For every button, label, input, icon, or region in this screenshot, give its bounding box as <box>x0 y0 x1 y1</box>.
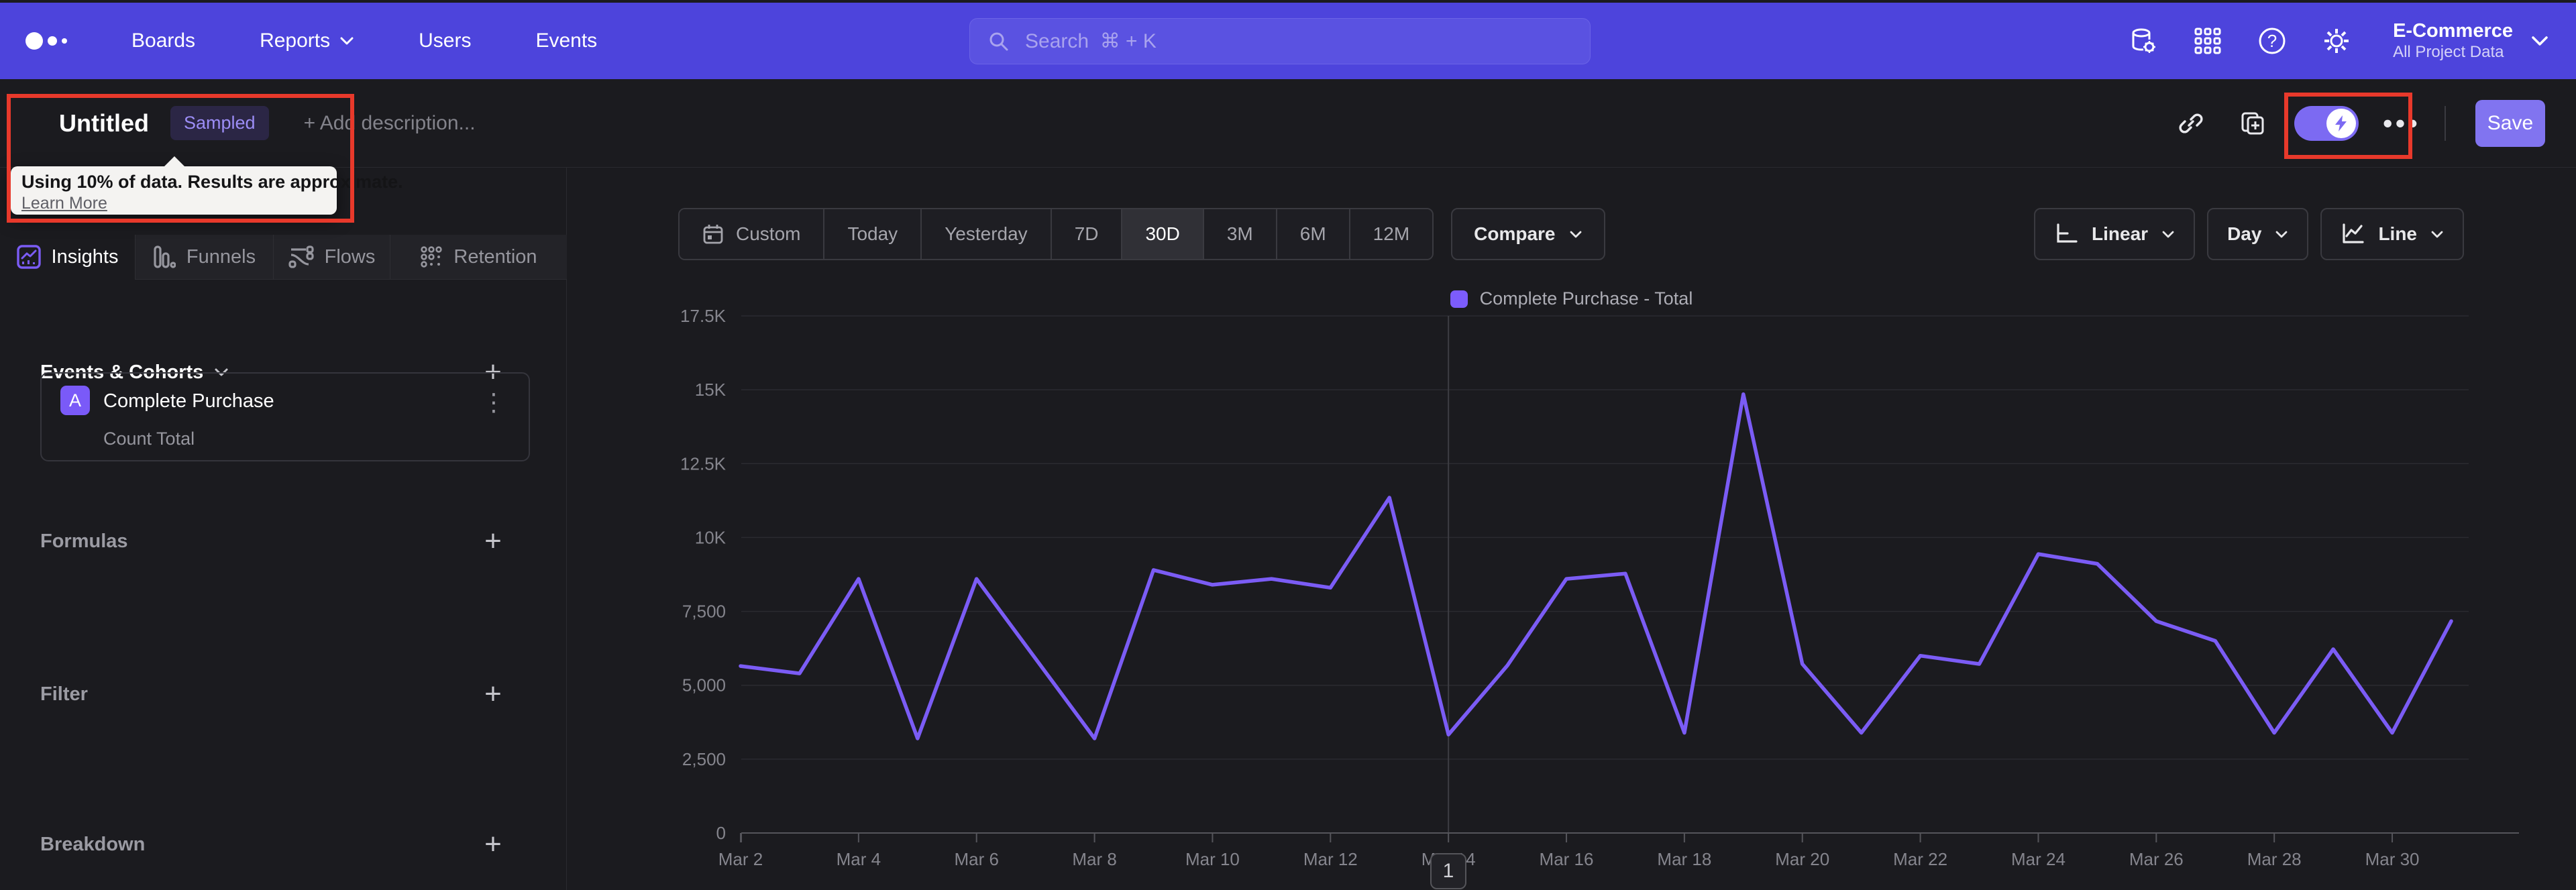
more-options-icon[interactable]: ••• <box>2383 108 2420 138</box>
event-row[interactable]: A Complete Purchase Count Total ⋮ <box>40 372 530 461</box>
settings-gear-icon[interactable] <box>2322 26 2351 56</box>
x-axis-label: Mar 22 <box>1893 849 1947 869</box>
x-axis-label: Mar 10 <box>1185 849 1240 869</box>
chart-page-indicator[interactable]: 1 <box>1430 853 1466 889</box>
nav-right-cluster: ? E-Commerce All Project Data <box>2129 3 2549 79</box>
y-axis-label: 7,500 <box>682 602 726 622</box>
chevron-down-icon <box>340 37 354 45</box>
filter-section: Filter + <box>40 677 526 711</box>
title-actions: ••• Save <box>2176 79 2545 168</box>
top-nav: Boards Reports Users Events Search ⌘ + K… <box>0 3 2576 79</box>
event-letter-badge: A <box>60 386 90 415</box>
x-axis-label: Mar 12 <box>1303 849 1358 869</box>
top-nav-links: Boards Reports Users Events <box>131 30 597 52</box>
formulas-section: Formulas + <box>40 524 526 558</box>
search-icon <box>987 30 1010 53</box>
y-axis-label: 5,000 <box>682 675 726 696</box>
x-axis-label: Mar 20 <box>1775 849 1829 869</box>
y-axis-label: 15K <box>695 380 727 400</box>
breakdown-label: Breakdown <box>40 833 146 855</box>
project-selector[interactable]: E-Commerce All Project Data <box>2393 19 2549 62</box>
sampling-tooltip: Using 10% of data. Results are approxima… <box>11 156 403 215</box>
search-bar[interactable] <box>969 18 1591 64</box>
project-name: E-Commerce <box>2393 20 2513 42</box>
add-formula-button[interactable]: + <box>477 525 509 557</box>
line-chart: 0 2,500 5,000 7,500 10K 12.5K 15K 17.5K Mar 2 Mar… <box>680 306 2519 869</box>
help-icon[interactable]: ? <box>2257 26 2287 56</box>
retention-icon <box>421 246 443 268</box>
funnels-icon <box>154 245 176 268</box>
nav-link-users[interactable]: Users <box>419 30 471 52</box>
y-axis-label: 17.5K <box>680 306 727 326</box>
breakdown-section: Breakdown + <box>40 828 526 861</box>
x-axis-label: Mar 16 <box>1540 849 1594 869</box>
formulas-label: Formulas <box>40 530 128 552</box>
data-management-icon[interactable] <box>2129 26 2158 56</box>
filter-label: Filter <box>40 683 88 705</box>
sampled-badge[interactable]: Sampled <box>170 106 269 140</box>
tooltip-text: Using 10% of data. Results are approxima… <box>21 172 403 192</box>
chevron-down-icon <box>2530 35 2549 47</box>
x-axis-label: Mar 6 <box>954 849 998 869</box>
event-name[interactable]: Complete Purchase <box>103 390 274 412</box>
y-axis-label: 10K <box>695 527 727 547</box>
copy-link-icon[interactable] <box>2176 109 2206 138</box>
chart-panel: Custom Today Yesterday 7D 30D 3M 6M 12M Compare… <box>567 168 2576 890</box>
tab-flows[interactable]: Flows <box>273 235 390 280</box>
y-axis-label: 12.5K <box>680 453 727 474</box>
y-axis-label: 2,500 <box>682 749 726 769</box>
x-axis-label: Mar 26 <box>2129 849 2184 869</box>
report-title-bar: Untitled Sampled + Add description... ••… <box>0 79 2576 168</box>
tab-retention[interactable]: Retention <box>390 235 567 280</box>
app-root: Boards Reports Users Events Search ⌘ + K… <box>0 0 2576 890</box>
tab-funnels[interactable]: Funnels <box>135 235 273 280</box>
x-axis-label: Mar 24 <box>2011 849 2065 869</box>
query-sidebar: Insights Funnels Flows Retention Events & C… <box>0 168 567 890</box>
insights-icon <box>16 245 41 269</box>
apps-grid-icon[interactable] <box>2193 26 2222 56</box>
project-scope: All Project Data <box>2393 43 2504 61</box>
add-breakdown-button[interactable]: + <box>477 828 509 860</box>
sampling-toggle[interactable] <box>2294 105 2359 141</box>
event-metric[interactable]: Count Total <box>103 429 195 449</box>
search-input[interactable] <box>1025 30 1572 53</box>
sampling-toggle-knob <box>2326 108 2356 138</box>
x-axis-label: Mar 28 <box>2247 849 2302 869</box>
save-button[interactable]: Save <box>2475 99 2545 147</box>
flows-icon <box>288 245 314 268</box>
add-description[interactable]: + Add description... <box>304 112 476 135</box>
report-tabs: Insights Funnels Flows Retention <box>0 235 567 280</box>
save-to-board-icon[interactable] <box>2238 109 2267 138</box>
y-axis-label: 0 <box>716 823 726 843</box>
x-axis-label: Mar 2 <box>718 849 763 869</box>
tab-insights[interactable]: Insights <box>0 235 135 280</box>
learn-more-link[interactable]: Learn More <box>21 194 107 213</box>
nav-link-events[interactable]: Events <box>535 30 597 52</box>
divider <box>2445 105 2446 141</box>
x-axis-label: Mar 30 <box>2365 849 2420 869</box>
mixpanel-logo[interactable] <box>25 32 67 50</box>
add-filter-button[interactable]: + <box>477 678 509 710</box>
x-axis-label: Mar 18 <box>1657 849 1711 869</box>
x-axis-label: Mar 4 <box>837 849 881 869</box>
x-axis-label: Mar 8 <box>1072 849 1116 869</box>
event-kebab-menu-icon[interactable]: ⋮ <box>476 388 511 416</box>
nav-link-reports[interactable]: Reports <box>260 30 354 52</box>
svg-text:?: ? <box>2267 31 2277 51</box>
nav-link-boards[interactable]: Boards <box>131 30 195 52</box>
series-line-complete-purchase <box>739 392 2453 740</box>
report-title[interactable]: Untitled <box>59 109 149 137</box>
